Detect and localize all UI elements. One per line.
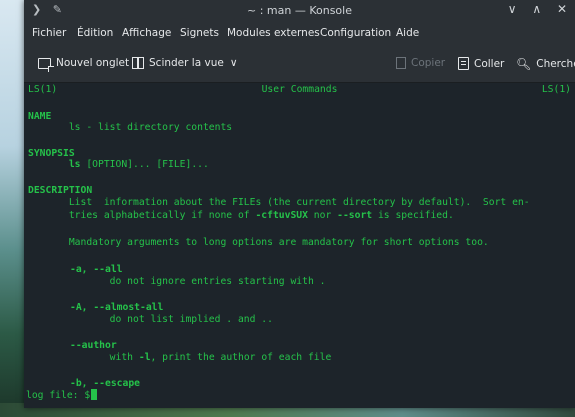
- description-flags: -cftuvSUX: [255, 210, 308, 221]
- name-text: ls - list directory contents: [28, 122, 233, 133]
- desktop-wallpaper-left: [0, 0, 24, 417]
- copy-icon: [396, 57, 406, 69]
- toolbar: Nouvel onglet Scinder la vue ∨ Copier Co…: [24, 44, 575, 83]
- new-tab-label: Nouvel onglet: [56, 57, 130, 69]
- menu-affichage[interactable]: Affichage: [122, 27, 171, 39]
- close-icon[interactable]: ✕: [557, 2, 567, 16]
- option-almost-all-desc: do not list implied . and ..: [28, 314, 273, 325]
- synopsis-line: ls [OPTION]... [FILE]...: [28, 158, 209, 172]
- new-tab-icon: [38, 57, 54, 72]
- option-author-flag: -l: [138, 352, 151, 363]
- man-header-right: LS(1): [541, 84, 571, 95]
- synopsis-args: [OPTION]... [FILE]...: [80, 159, 209, 170]
- window-title: ~ : man — Konsole: [247, 4, 352, 17]
- description-sort-flag: --sort: [337, 210, 373, 221]
- paste-icon: [458, 57, 469, 70]
- option-author-text: , print the author of each file: [150, 352, 332, 363]
- menu-edition[interactable]: Édition: [77, 27, 113, 39]
- search-label: Chercher: [536, 58, 575, 70]
- description-text: nor: [307, 210, 338, 221]
- paste-button[interactable]: Coller: [458, 57, 504, 70]
- description-line-2: tries alphabetically if none of -cftuvSU…: [28, 209, 454, 223]
- minimize-icon[interactable]: ∨: [508, 2, 517, 16]
- copy-button[interactable]: Copier: [396, 57, 445, 69]
- menu-modules-externes[interactable]: Modules externes: [227, 27, 320, 39]
- split-view-button[interactable]: Scinder la vue ∨: [132, 57, 238, 69]
- menu-configuration[interactable]: Configuration: [320, 27, 391, 39]
- man-header-center: User Commands: [261, 84, 338, 95]
- maximize-icon[interactable]: ∧: [532, 2, 541, 16]
- search-icon: 🔍︎: [516, 57, 532, 71]
- menu-aide[interactable]: Aide: [396, 27, 419, 39]
- copy-label: Copier: [411, 57, 446, 69]
- mandatory-note: Mandatory arguments to long options are …: [28, 237, 489, 248]
- chevron-down-icon[interactable]: ∨: [230, 57, 238, 69]
- synopsis-command: ls: [68, 159, 81, 170]
- description-line-1: List information about the FILEs (the cu…: [28, 197, 530, 208]
- titlebar-right-controls: ∨ ∧ ✕: [496, 2, 567, 16]
- menu-signets[interactable]: Signets: [180, 27, 219, 39]
- terminal-area[interactable]: LS(1) User Commands LS(1) NAME ls - list…: [24, 83, 575, 408]
- menu-bar: Fichier Édition Affichage Signets Module…: [24, 22, 575, 44]
- description-text: is specified.: [372, 210, 454, 221]
- text-cursor: [91, 389, 98, 400]
- konsole-window: ❯ ✎ ~ : man — Konsole ∨ ∧ ✕ Fichier Édit…: [24, 0, 575, 408]
- description-text: tries alphabetically if none of: [28, 210, 256, 221]
- new-tab-button[interactable]: Nouvel onglet: [38, 57, 130, 72]
- menu-fichier[interactable]: Fichier: [32, 27, 66, 39]
- prompt-line[interactable]: log file: $: [26, 389, 98, 403]
- option-author-text: with: [28, 352, 139, 363]
- option-author-desc: with -l, print the author of each file: [28, 351, 332, 365]
- prompt-text: log file: $: [26, 390, 91, 401]
- split-view-icon: [132, 57, 144, 69]
- option-all-desc: do not ignore entries starting with .: [28, 276, 326, 287]
- title-bar: ❯ ✎ ~ : man — Konsole ∨ ∧ ✕: [24, 0, 575, 22]
- search-button[interactable]: 🔍︎ Chercher: [516, 57, 575, 71]
- split-view-label: Scinder la vue: [149, 57, 224, 69]
- paste-label: Coller: [474, 57, 505, 70]
